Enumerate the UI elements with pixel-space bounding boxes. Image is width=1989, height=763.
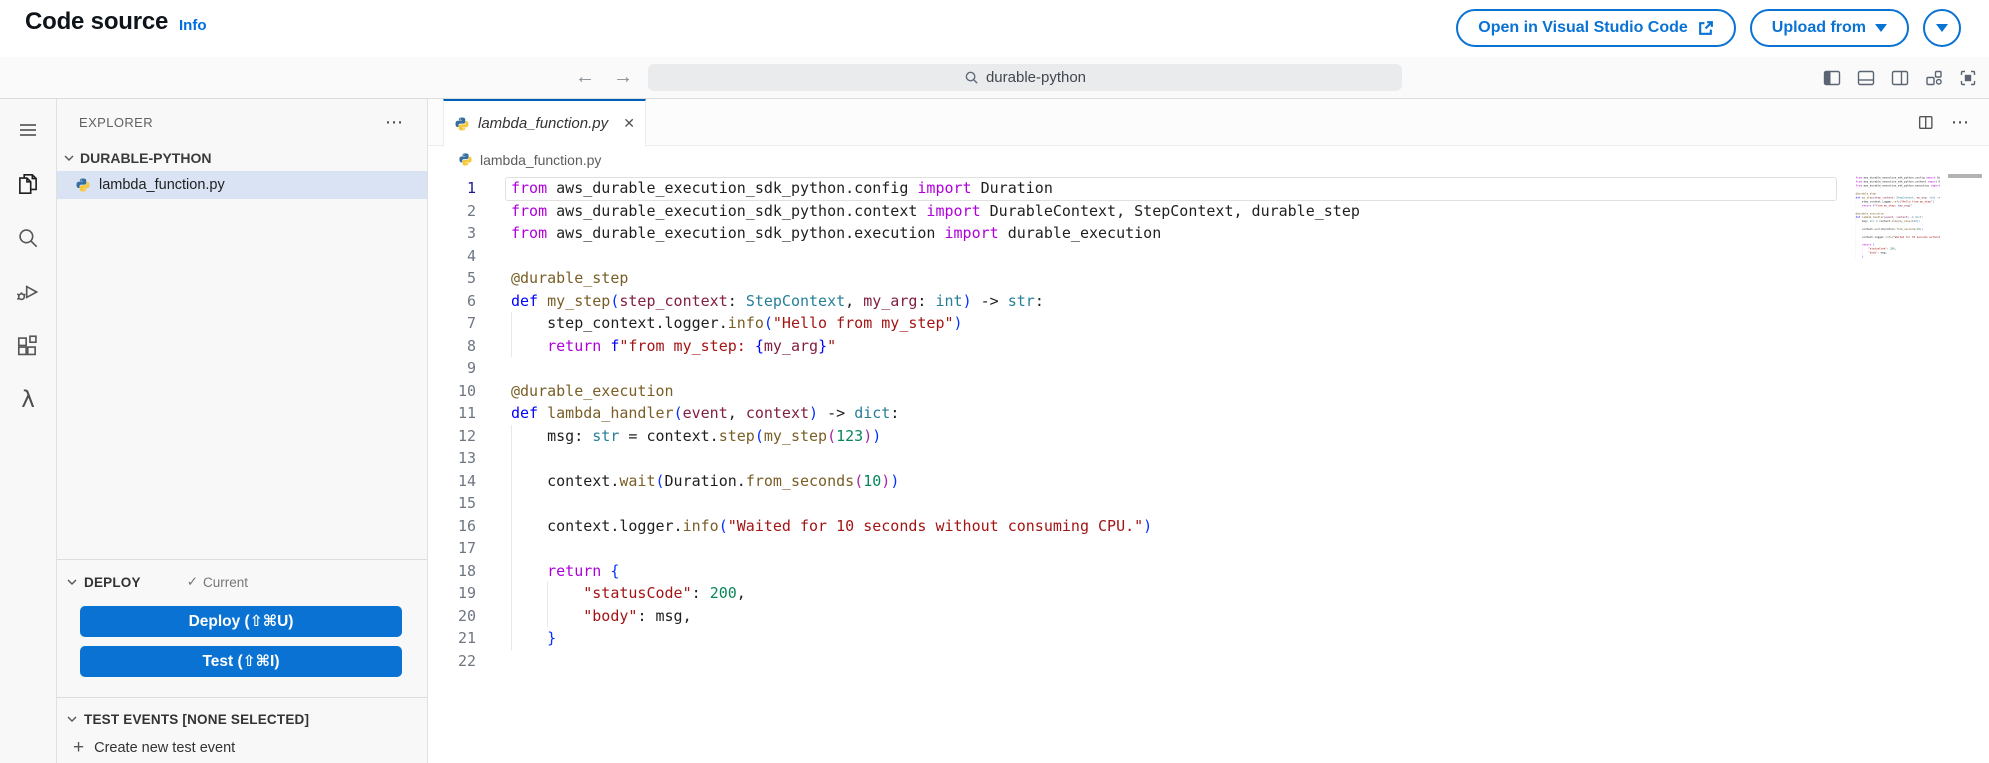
deploy-status: ✓ Current xyxy=(187,574,248,590)
python-file-icon xyxy=(76,178,90,192)
search-value: durable-python xyxy=(985,69,1087,86)
customize-layout-icon[interactable] xyxy=(1924,68,1944,88)
explorer-icon[interactable] xyxy=(0,157,57,211)
test-events-title: TEST EVENTS [NONE SELECTED] xyxy=(84,711,310,727)
chevron-down-icon xyxy=(67,579,77,585)
command-search-input[interactable]: durable-python xyxy=(648,64,1402,91)
code-line: 13 xyxy=(428,447,1989,470)
create-test-event-label: Create new test event xyxy=(94,740,236,756)
deploy-status-label: Current xyxy=(203,574,249,590)
chevron-down-icon xyxy=(64,155,74,161)
code-line: 1 from aws_durable_execution_sdk_python.c… xyxy=(428,177,1989,201)
code-line: 10 @durable_execution xyxy=(457,381,674,400)
code-line: 15 xyxy=(428,492,1989,515)
search-view-icon[interactable] xyxy=(0,211,57,265)
deploy-section-header[interactable]: DEPLOY ✓ Current xyxy=(64,567,427,597)
code-line: 19 "statusCode": 200, xyxy=(428,582,1989,605)
open-in-vscode-button[interactable]: Open in Visual Studio Code xyxy=(1456,9,1736,47)
python-file-icon xyxy=(459,153,472,166)
file-row-lambda-function[interactable]: lambda_function.py xyxy=(57,171,427,199)
deploy-section: DEPLOY ✓ Current Deploy (⇧⌘U) Test (⇧⌘I) xyxy=(57,559,427,697)
code-line: 11 def lambda_handler(event, context) -> … xyxy=(457,404,900,422)
layout-controls xyxy=(1822,57,1978,98)
split-editor-icon[interactable] xyxy=(1917,114,1934,131)
forward-arrow-button[interactable]: → xyxy=(613,66,633,89)
code-line: 9 xyxy=(466,359,476,377)
search-icon xyxy=(965,71,978,84)
upload-from-button[interactable]: Upload from xyxy=(1749,9,1909,47)
code-line: 12 msg: str = context.step(my_step(123)) xyxy=(428,424,1989,447)
code-line: 6 def my_step(step_context: StepContext, … xyxy=(466,291,1044,310)
caret-down-icon xyxy=(1875,24,1887,32)
overview-ruler-mark xyxy=(1948,174,1982,178)
deploy-button[interactable]: Deploy (⇧⌘U) xyxy=(80,606,402,637)
more-actions-button[interactable] xyxy=(1923,9,1961,47)
code-line: 3 from aws_durable_execution_sdk_python.e… xyxy=(466,224,1162,242)
editor-more-icon[interactable]: ⋯ xyxy=(1951,113,1969,131)
tab-lambda-function[interactable]: lambda_function.py ✕ xyxy=(443,99,646,146)
code-lines: 1 from aws_durable_execution_sdk_python.c… xyxy=(428,173,1989,672)
code-editor[interactable]: 1 from aws_durable_execution_sdk_python.c… xyxy=(428,173,1989,763)
code-line: 14 context.wait(Duration.from_seconds(10… xyxy=(428,469,1989,492)
tab-title: lambda_function.py xyxy=(478,115,609,132)
plus-icon: + xyxy=(73,737,85,758)
folder-row-durable-python[interactable]: DURABLE-PYTHON xyxy=(57,145,427,171)
activity-bar: λ xyxy=(0,99,57,763)
minimap[interactable]: from aws_durable_execution_sdk_python.co… xyxy=(1844,176,1940,268)
explorer-more-icon[interactable]: ⋯ xyxy=(385,113,403,131)
chevron-down-icon xyxy=(67,716,77,722)
code-line: 4 xyxy=(466,246,476,265)
file-name: lambda_function.py xyxy=(99,177,225,193)
code-line: 17 xyxy=(428,537,1989,560)
back-arrow-button[interactable]: ← xyxy=(575,66,595,89)
test-events-section: TEST EVENTS [NONE SELECTED] + Create new… xyxy=(57,697,427,763)
code-line: 8 return f"from my_step: {my_arg}" xyxy=(428,334,1989,357)
console-header: Code source Info Open in Visual Studio C… xyxy=(0,0,1989,57)
tab-bar: lambda_function.py ✕ ⋯ xyxy=(428,99,1989,146)
page-title: Code source xyxy=(25,8,169,35)
code-line: 21 } xyxy=(428,627,1989,650)
create-test-event-button[interactable]: + Create new test event xyxy=(64,733,427,763)
deploy-title: DEPLOY xyxy=(84,574,141,590)
code-line: 22 xyxy=(457,651,476,670)
menu-icon[interactable] xyxy=(0,103,57,157)
toggle-panel-icon[interactable] xyxy=(1856,68,1876,88)
extensions-icon[interactable] xyxy=(0,319,57,373)
explorer-title: EXPLORER xyxy=(79,114,154,130)
info-link[interactable]: Info xyxy=(179,17,207,34)
run-debug-icon[interactable] xyxy=(0,265,57,319)
workbench: λ EXPLORER ⋯ DURABLE-PYTHON lambda_funct… xyxy=(0,98,1989,763)
upload-from-label: Upload from xyxy=(1771,19,1866,36)
toggle-sidebar-icon[interactable] xyxy=(1822,68,1842,88)
code-line: 20 "body": msg, xyxy=(428,604,1989,627)
code-line: 18 return { xyxy=(428,559,1989,582)
editor-group: lambda_function.py ✕ ⋯ lambda_function.p… xyxy=(428,99,1989,763)
aws-lambda-icon[interactable]: λ xyxy=(0,373,57,427)
explorer-sidebar: EXPLORER ⋯ DURABLE-PYTHON lambda_functio… xyxy=(57,99,428,763)
caret-down-icon xyxy=(1936,24,1948,32)
fullscreen-icon[interactable] xyxy=(1958,68,1978,88)
external-link-icon xyxy=(1698,20,1713,35)
close-icon[interactable]: ✕ xyxy=(623,115,635,132)
test-button[interactable]: Test (⇧⌘I) xyxy=(80,646,402,677)
header-actions: Open in Visual Studio Code Upload from xyxy=(1456,9,1961,47)
code-line: 5 @durable_step xyxy=(466,269,629,287)
open-in-vscode-label: Open in Visual Studio Code xyxy=(1478,19,1688,36)
test-events-header[interactable]: TEST EVENTS [NONE SELECTED] xyxy=(64,705,427,733)
python-file-icon xyxy=(455,117,469,130)
breadcrumb[interactable]: lambda_function.py xyxy=(428,146,1989,173)
check-icon: ✓ xyxy=(186,574,199,589)
toggle-secondary-sidebar-icon[interactable] xyxy=(1890,68,1910,88)
code-line: 2 from aws_durable_execution_sdk_python.c… xyxy=(466,201,1360,220)
code-line: 7 step_context.logger.info("Hello from m… xyxy=(428,312,1989,335)
breadcrumb-item: lambda_function.py xyxy=(480,151,602,168)
code-line: 16 context.logger.info("Waited for 10 se… xyxy=(428,514,1989,537)
folder-name: DURABLE-PYTHON xyxy=(80,150,212,166)
ide-toolbar: ← → durable-python xyxy=(0,57,1989,98)
